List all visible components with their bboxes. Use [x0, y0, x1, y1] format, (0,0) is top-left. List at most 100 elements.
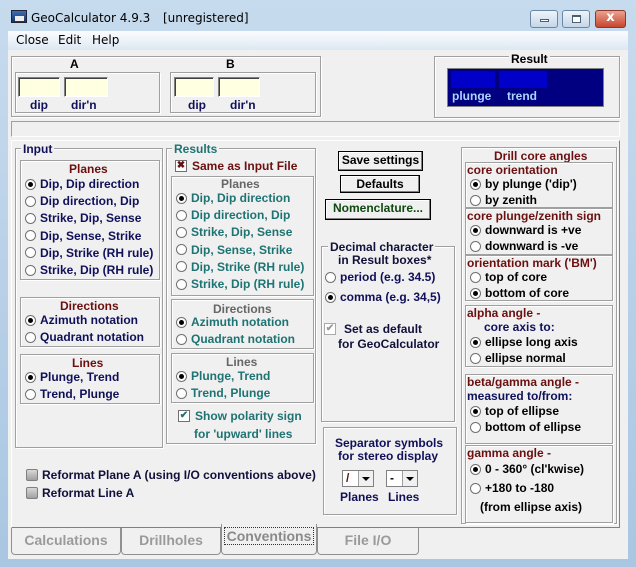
input-lines-radio-0[interactable]: Plunge, Trend — [25, 370, 119, 384]
nomenclature-button[interactable]: Nomenclature... — [325, 199, 431, 220]
results-planes-option-label: Strike, Dip, Sense — [191, 225, 293, 240]
chevron-down-icon[interactable] — [358, 471, 373, 486]
results-planes-option-label: Dip, Sense, Strike — [191, 242, 293, 257]
input-planes-option-label: Strike, Dip, Sense — [40, 211, 142, 226]
a-dip-input[interactable] — [18, 77, 60, 97]
results-directions-radio-1[interactable]: Quadrant notation — [176, 332, 295, 346]
a-dirn-input[interactable] — [64, 77, 108, 97]
input-lines-option-label: Trend, Plunge — [40, 387, 120, 401]
radio-button-icon — [470, 482, 481, 494]
drill-sign-title: core plunge/zenith sign — [467, 209, 602, 223]
set-default-label: Set as default — [344, 322, 423, 336]
b-dip-label: dip — [188, 98, 206, 112]
radio-button-icon — [176, 244, 187, 256]
decimal-radio-0[interactable]: period (e.g. 34.5) — [325, 270, 435, 284]
drill-sign-option-label: downward is -ve — [485, 239, 579, 253]
input-planes-radio-1[interactable]: Dip direction, Dip — [25, 194, 139, 208]
results-planes-radio-4[interactable]: Dip, Strike (RH rule) — [176, 260, 304, 274]
separator-title: Separator symbols — [335, 436, 444, 450]
drill-beta-radio-0[interactable]: top of ellipse — [470, 404, 559, 418]
input-planes-radio-0[interactable]: Dip, Dip direction — [25, 177, 139, 191]
input-directions-radio-1[interactable]: Quadrant notation — [25, 330, 144, 344]
radio-button-icon — [470, 287, 481, 299]
defaults-button[interactable]: Defaults — [340, 175, 420, 193]
drill-mark-option-label: top of core — [485, 270, 547, 284]
drill-beta-radio-1[interactable]: bottom of ellipse — [470, 420, 581, 434]
radio-button-icon — [25, 331, 36, 343]
b-dirn-input[interactable] — [218, 77, 260, 97]
planes-separator-value: / — [346, 471, 350, 485]
menu-close[interactable]: Close — [16, 33, 49, 47]
chevron-down-icon[interactable] — [402, 471, 417, 486]
reformat-plane-button[interactable]: Reformat Plane A (using I/O conventions … — [26, 468, 316, 482]
set-default-checkbox[interactable]: ✔ Set as default — [324, 322, 422, 336]
drill-beta-title: beta/gamma angle - — [467, 375, 580, 389]
tab-calculations[interactable]: Calculations — [11, 528, 121, 555]
a-dip-label: dip — [30, 98, 48, 112]
results-directions-radio-0[interactable]: Azimuth notation — [176, 315, 289, 329]
radio-button-icon — [176, 209, 187, 221]
results-planes-radio-0[interactable]: Dip, Dip direction — [176, 191, 290, 205]
results-planes-radio-1[interactable]: Dip direction, Dip — [176, 208, 290, 222]
input-planes-option-label: Strike, Dip (RH rule) — [40, 263, 154, 277]
decimal-radio-1[interactable]: comma (e.g. 34,5) — [325, 290, 441, 304]
results-planes-radio-2[interactable]: Strike, Dip, Sense — [176, 225, 292, 239]
input-planes-radio-5[interactable]: Strike, Dip (RH rule) — [25, 263, 153, 277]
maximize-button[interactable] — [562, 10, 590, 28]
same-as-input-check-icon: ✖ — [175, 160, 187, 172]
input-planes-radio-4[interactable]: Dip, Strike (RH rule) — [25, 246, 153, 260]
tab-conventions[interactable]: Conventions — [221, 524, 317, 555]
drill-core_orientation-radio-0[interactable]: by plunge ('dip') — [470, 177, 577, 191]
results-planes-radio-3[interactable]: Dip, Sense, Strike — [176, 243, 292, 257]
tab-drillholes[interactable]: Drillholes — [121, 528, 221, 555]
tab-file-io[interactable]: File I/O — [317, 528, 419, 555]
save-settings-button[interactable]: Save settings — [338, 151, 423, 171]
planes-separator-select[interactable]: / — [342, 470, 374, 487]
polarity-checkbox[interactable]: ✔ Show polarity sign — [178, 409, 302, 423]
input-planes-radio-2[interactable]: Strike, Dip, Sense — [25, 211, 141, 225]
drill-beta-subtitle: measured to/from: — [467, 389, 573, 403]
radio-button-icon — [470, 178, 481, 190]
b-dip-input[interactable] — [174, 77, 214, 97]
input-directions-option-label: Quadrant notation — [40, 330, 144, 344]
drill-alpha-radio-1[interactable]: ellipse normal — [470, 351, 566, 365]
drill-mark-radio-0[interactable]: top of core — [470, 270, 547, 284]
drill-alpha-radio-0[interactable]: ellipse long axis — [470, 335, 578, 349]
menu-edit[interactable]: Edit — [58, 33, 81, 47]
drill-mark-radio-1[interactable]: bottom of core — [470, 286, 569, 300]
input-planes-radio-3[interactable]: Dip, Sense, Strike — [25, 229, 141, 243]
reformat-line-button[interactable]: Reformat Line A — [26, 486, 134, 500]
reformat-line-icon — [26, 487, 38, 499]
radio-button-icon — [325, 271, 336, 283]
plunge-output[interactable] — [451, 71, 495, 88]
title-bar[interactable]: GeoCalculator 4.9.3 [unregistered] x — [0, 0, 636, 31]
same-as-input-checkbox[interactable]: ✖ Same as Input File — [175, 159, 297, 173]
drill-sign-radio-1[interactable]: downward is -ve — [470, 239, 578, 253]
minimize-button[interactable] — [530, 10, 558, 28]
results-lines-radio-0[interactable]: Plunge, Trend — [176, 369, 270, 383]
close-window-button[interactable]: x — [595, 10, 626, 28]
input-lines-radio-1[interactable]: Trend, Plunge — [25, 387, 119, 401]
radio-button-icon — [176, 316, 187, 328]
drill-gamma-radio-1[interactable]: +180 to -180 — [470, 481, 554, 495]
decimal-title: Decimal character — [328, 240, 436, 254]
trend-output[interactable] — [499, 71, 547, 88]
radio-button-icon — [470, 352, 481, 364]
close-icon: x — [606, 10, 615, 25]
drill-gamma-option-label: +180 to -180 — [485, 481, 555, 495]
menu-help[interactable]: Help — [92, 33, 119, 47]
drill-core_orientation-radio-1[interactable]: by zenith — [470, 193, 537, 207]
window-title: GeoCalculator 4.9.3 — [31, 11, 151, 25]
radio-button-icon — [470, 336, 481, 348]
radio-button-icon — [25, 178, 36, 190]
drill-alpha-option-label: ellipse normal — [485, 351, 566, 365]
results-lines-radio-1[interactable]: Trend, Plunge — [176, 386, 270, 400]
decimal-option-label: comma (e.g. 34,5) — [340, 290, 441, 304]
drill-gamma-radio-0[interactable]: 0 - 360° (cl'kwise) — [470, 462, 584, 476]
lines-separator-select[interactable]: - — [386, 470, 418, 487]
result-box: plunge trend — [447, 68, 604, 107]
drill-sign-radio-0[interactable]: downward is +ve — [470, 223, 581, 237]
results-planes-title: Planes — [221, 177, 260, 191]
input-directions-radio-0[interactable]: Azimuth notation — [25, 313, 138, 327]
results-planes-radio-5[interactable]: Strike, Dip (RH rule) — [176, 277, 304, 291]
